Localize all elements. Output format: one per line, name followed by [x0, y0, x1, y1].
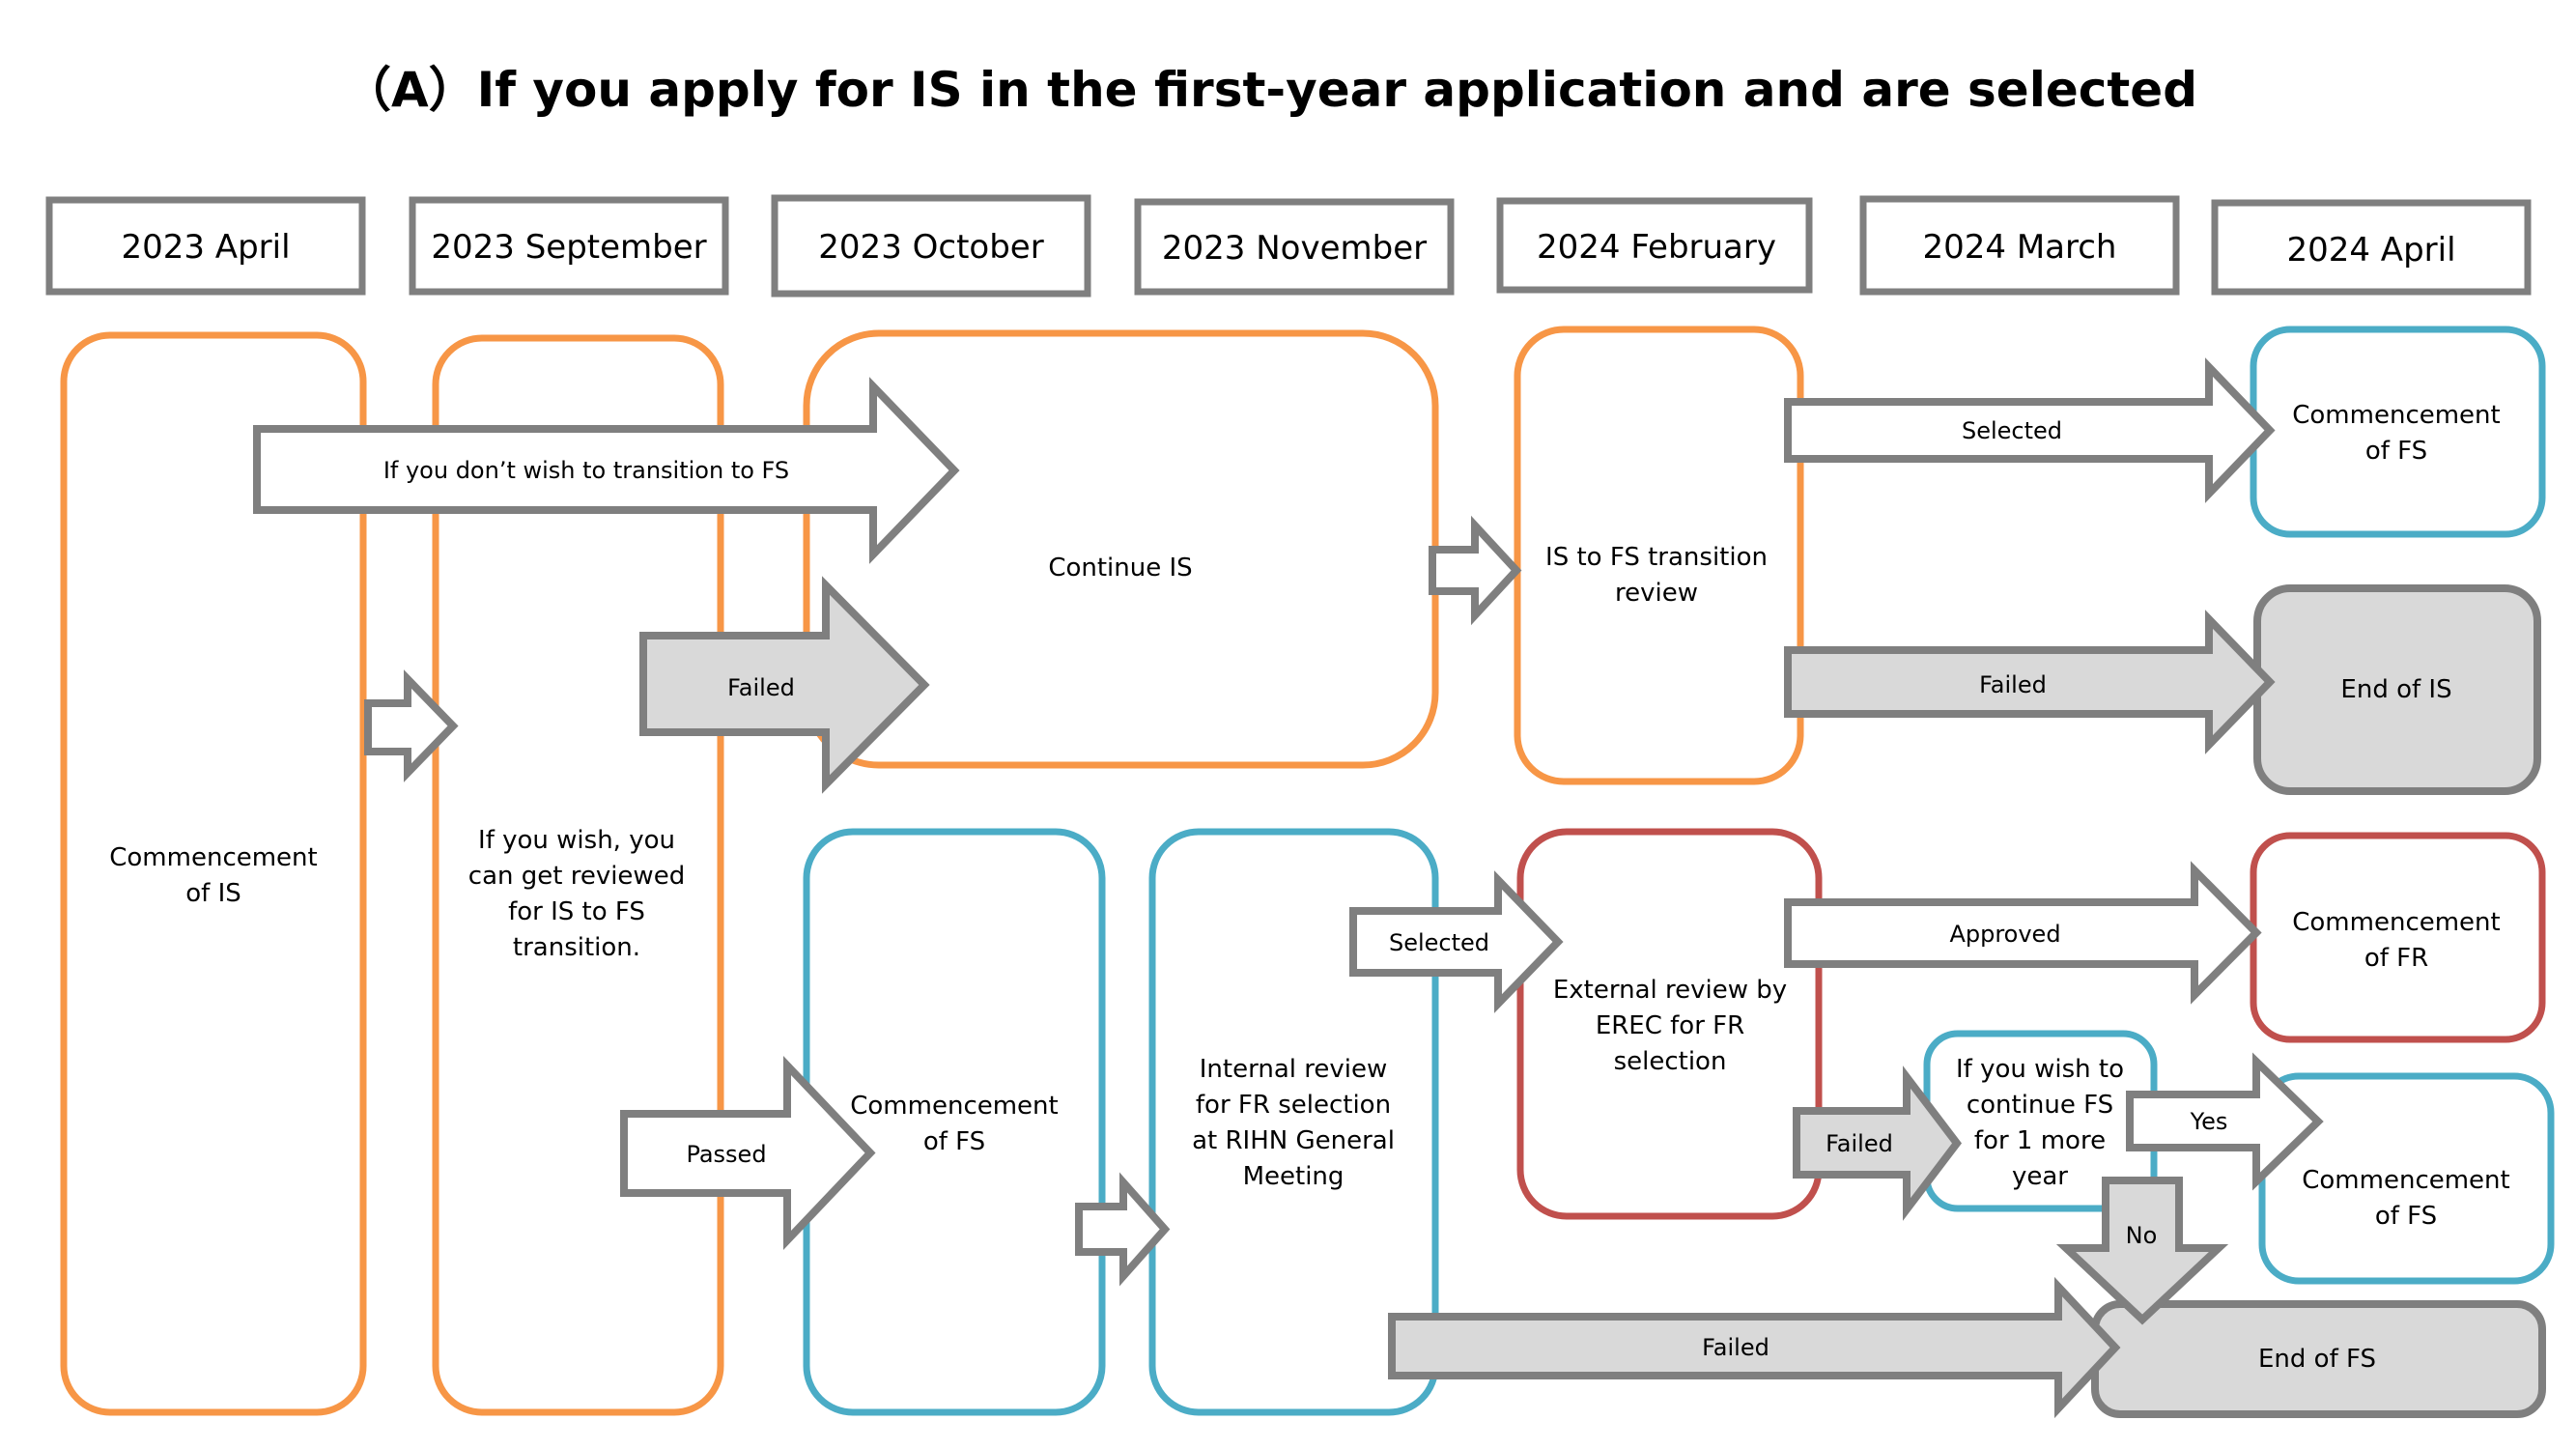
- arrow-label: Failed: [727, 674, 795, 701]
- arrow-failed-to-end-fs: Failed: [1388, 1276, 2121, 1419]
- box-commencement-of-fs-mid: Commencement of FS: [803, 828, 1106, 1416]
- arrow-label: Selected: [1962, 417, 2062, 444]
- timeline-cell-2023-november: 2023 November: [1134, 198, 1455, 296]
- box-commencement-of-fr: Commencement of FR: [2250, 832, 2546, 1043]
- timeline-header: 2023 April 2023 September 2023 October 2…: [45, 194, 2532, 298]
- timeline-label: 2024 March: [1923, 228, 2117, 267]
- timeline-cell-2024-march: 2024 March: [1859, 195, 2180, 296]
- arrow-shape: [1429, 515, 1522, 626]
- timeline-label: 2024 April: [2286, 231, 2455, 270]
- timeline-label: 2023 November: [1162, 229, 1427, 268]
- timeline-cell-2023-april: 2023 April: [45, 196, 366, 296]
- timeline-cell-2023-october: 2023 October: [771, 194, 1091, 298]
- arrow-label: Selected: [1389, 929, 1489, 956]
- arrow-approved-to-fr: Approved: [1784, 861, 2262, 1005]
- arrow-selected-to-fs: Selected: [1784, 357, 2276, 503]
- box-label: End of IS: [2340, 675, 2451, 704]
- box-label: End of FS: [2258, 1345, 2376, 1374]
- arrow-label: If you don’t wish to transition to FS: [383, 457, 789, 484]
- timeline-label: 2023 October: [818, 228, 1043, 267]
- box-external-review: External review by EREC for FR selection: [1516, 828, 1823, 1220]
- box-transition-review: IS to FS transition review: [1514, 326, 1804, 785]
- arrow-label: Failed: [1979, 671, 2047, 698]
- timeline-cell-2024-april: 2024 April: [2211, 199, 2532, 296]
- arrow-label: Failed: [1702, 1334, 1769, 1361]
- box-commencement-of-fs-top: Commencement of FS: [2250, 326, 2546, 538]
- timeline-label: 2023 September: [431, 228, 706, 267]
- box-end-of-fs: End of FS: [2091, 1300, 2546, 1418]
- diagram-title: （A）If you apply for IS in the first-year…: [343, 62, 2197, 118]
- arrow-label: Yes: [2190, 1108, 2228, 1135]
- arrow-label: No: [2126, 1222, 2158, 1249]
- flow-diagram: （A）If you apply for IS in the first-year…: [45, 62, 2555, 1419]
- timeline-cell-2024-february: 2024 February: [1496, 197, 1813, 294]
- arrow-label: Failed: [1826, 1130, 1893, 1157]
- timeline-label: 2023 April: [121, 228, 290, 267]
- timeline-label: 2024 February: [1537, 228, 1776, 267]
- box-label: Continue IS: [1048, 554, 1192, 582]
- arrow-label: Approved: [1949, 921, 2060, 948]
- box-end-of-is: End of IS: [2253, 584, 2541, 795]
- arrow-failed-to-end-is: Failed: [1784, 610, 2276, 754]
- arrow-continue-to-review: [1429, 515, 1522, 626]
- timeline-cell-2023-september: 2023 September: [409, 196, 729, 296]
- arrow-label: Passed: [686, 1141, 766, 1168]
